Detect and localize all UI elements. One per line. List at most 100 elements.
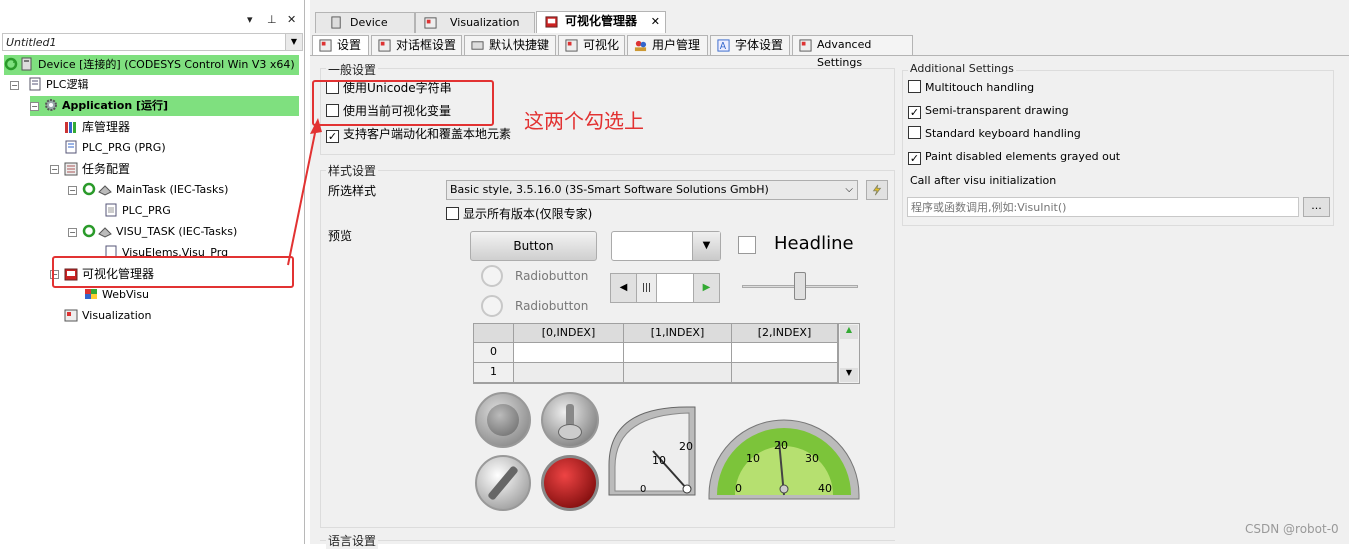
round-button-face — [487, 404, 519, 436]
table-cell — [624, 363, 732, 383]
table-cell — [514, 363, 624, 383]
selected-style-label: 所选样式 — [328, 184, 377, 198]
tab-visualization[interactable]: Visualization — [415, 12, 535, 33]
tree-item-maintask-plc-prg[interactable]: PLC_PRG — [104, 201, 171, 221]
collapse-icon[interactable]: − — [30, 102, 39, 111]
pin-icon[interactable]: ⊥ — [267, 13, 277, 26]
table-cell — [732, 363, 838, 383]
visualization-icon — [64, 309, 78, 322]
gauge2-tick: 40 — [818, 482, 832, 495]
project-tree-pane: ▾ ⊥ ✕ Untitled1 ▼ Device [连接的] (CODESYS … — [0, 0, 305, 544]
tree-item-task-config[interactable]: − 任务配置 — [50, 159, 130, 179]
tree-item-visu-task[interactable]: − VISU_TASK (IEC-Tasks) — [68, 222, 237, 242]
subtab-label: 用户管理 — [652, 38, 701, 52]
tree-item-maintask[interactable]: − MainTask (IEC-Tasks) — [68, 180, 228, 200]
preview-radio-label-2: Radiobutton — [515, 299, 589, 313]
preview-rotary-switch — [475, 455, 531, 511]
chevron-down-icon[interactable]: ▼ — [285, 34, 302, 50]
tree-item-label: VISU_TASK (IEC-Tasks) — [116, 225, 238, 238]
tree-item-label: PLC逻辑 — [46, 78, 89, 91]
tree-item-library-manager[interactable]: 库管理器 — [64, 117, 130, 137]
close-pane-icon[interactable]: ✕ — [287, 13, 296, 26]
checkbox-standard-keyboard[interactable] — [908, 126, 921, 139]
subtab-advanced-settings[interactable]: Advanced Settings — [792, 35, 913, 69]
tree-item-application[interactable]: − Application [运行] — [30, 96, 299, 116]
option-multitouch[interactable]: Multitouch handling — [908, 80, 1034, 98]
tree-item-plc-logic[interactable]: − PLC逻辑 — [10, 75, 88, 95]
tree-item-label: PLC_PRG (PRG) — [82, 141, 166, 154]
preview-radio-2 — [481, 295, 503, 317]
annotation-highlight-visu-manager — [52, 256, 294, 288]
project-name: Untitled1 — [6, 36, 57, 49]
subtab-dialog-settings[interactable]: 对话框设置 — [371, 35, 462, 55]
checkbox-semi-transparent[interactable]: ✓ — [908, 106, 921, 119]
tab-divider — [310, 55, 1349, 56]
settings-icon — [319, 39, 332, 52]
preview-checkbox — [738, 236, 756, 254]
close-tab-icon[interactable]: ✕ — [651, 12, 660, 31]
style-action-button[interactable] — [866, 180, 888, 200]
task-icon — [98, 185, 112, 196]
plc-logic-icon — [29, 77, 41, 91]
checkbox-multitouch[interactable] — [908, 80, 921, 93]
option-show-all-versions[interactable]: 显示所有版本(仅限专家) — [446, 206, 592, 224]
option-paint-disabled-grayed[interactable]: ✓ Paint disabled elements grayed out — [908, 149, 1120, 167]
subtab-settings[interactable]: 设置 — [312, 35, 369, 55]
call-after-init-input[interactable] — [907, 197, 1299, 217]
spin-thumb-icon: ||| — [637, 274, 657, 302]
tree-item-label: Visualization — [82, 309, 152, 322]
option-client-animation[interactable]: ✓ 支持客户端动化和覆盖本地元素 — [326, 126, 511, 144]
tree-item-device[interactable]: Device [连接的] (CODESYS Control Win V3 x64… — [4, 55, 299, 75]
tree-item-label: 任务配置 — [82, 162, 131, 176]
application-gear-icon — [45, 99, 57, 111]
chevron-down-icon[interactable]: ⌵ — [845, 181, 853, 199]
rotary-indicator-icon — [487, 465, 519, 501]
checkbox-paint-disabled-grayed[interactable]: ✓ — [908, 152, 921, 165]
watermark: CSDN @robot-0 — [1245, 522, 1339, 536]
browse-button[interactable]: ... — [1303, 197, 1330, 217]
visualization-icon — [565, 39, 578, 52]
table-scrollbar: ▲ ▼ — [838, 324, 859, 383]
checkbox-show-all-versions[interactable] — [446, 207, 459, 220]
table-cell — [624, 343, 732, 363]
preview-table: [0,INDEX] [1,INDEX] [2,INDEX] 0 1 ▲ ▼ — [473, 323, 860, 384]
tab-visu-manager[interactable]: 可视化管理器 ✕ — [536, 11, 666, 33]
gauge2-tick: 30 — [805, 452, 819, 465]
subtab-visualization[interactable]: 可视化 — [558, 35, 625, 55]
option-label: Semi-transparent drawing — [925, 104, 1069, 117]
gauge1-tick: 20 — [679, 440, 693, 453]
gauge2-tick: 20 — [774, 439, 788, 452]
tree-item-label: WebVisu — [102, 288, 150, 301]
subtab-default-hotkeys[interactable]: 默认快捷键 — [464, 35, 556, 55]
table-corner — [474, 324, 514, 343]
option-standard-keyboard[interactable]: Standard keyboard handling — [908, 126, 1081, 144]
pane-menu-dropdown-icon[interactable]: ▾ — [247, 13, 253, 26]
subtab-font-settings[interactable]: A 字体设置 — [710, 35, 790, 55]
gauge2-tick: 0 — [735, 482, 742, 495]
pane-header: ▾ ⊥ ✕ — [0, 10, 305, 30]
lightning-icon — [872, 184, 882, 196]
running-cycle-icon — [4, 57, 18, 71]
task-icon — [98, 227, 112, 238]
subtab-user-management[interactable]: 用户管理 — [627, 35, 708, 55]
style-select[interactable]: Basic style, 3.5.16.0 (3S-Smart Software… — [446, 180, 858, 200]
tab-device[interactable]: Device — [315, 12, 415, 33]
tree-item-webvisu[interactable]: WebVisu — [84, 285, 149, 305]
preview-radio-label-1: Radiobutton — [515, 269, 589, 283]
preview-toggle-switch — [541, 392, 599, 448]
preview-spinner: ◀ ||| ▶ — [610, 273, 720, 303]
preview-lamp — [541, 455, 599, 511]
svg-text:A: A — [720, 41, 727, 52]
call-after-init-label: Call after visu initialization — [910, 174, 1057, 187]
tree-item-visualization[interactable]: Visualization — [64, 306, 151, 326]
collapse-icon[interactable]: − — [50, 165, 59, 174]
option-semi-transparent[interactable]: ✓ Semi-transparent drawing — [908, 103, 1069, 121]
tree-item-plc-prg[interactable]: PLC_PRG (PRG) — [64, 138, 166, 158]
project-selector[interactable]: Untitled1 ▼ — [2, 33, 303, 51]
collapse-icon[interactable]: − — [68, 186, 77, 195]
running-cycle-icon — [82, 224, 96, 238]
collapse-icon[interactable]: − — [10, 81, 19, 90]
program-call-icon — [105, 203, 117, 217]
collapse-icon[interactable]: − — [68, 228, 77, 237]
tree-item-visuelems[interactable]: VisuElems.Visu_Prg — [104, 243, 228, 257]
